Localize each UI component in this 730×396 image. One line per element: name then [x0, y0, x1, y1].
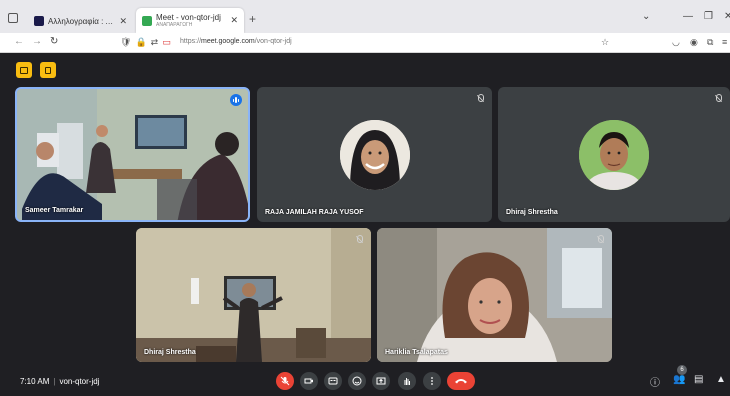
present-button[interactable] — [372, 372, 390, 390]
emoji-icon — [352, 376, 362, 386]
participant-name: Hariklia Tsalapatas — [385, 349, 448, 356]
close-tab-icon[interactable]: ✕ — [119, 16, 127, 27]
more-options-button[interactable] — [423, 372, 441, 390]
participant-tile[interactable]: RAJA JAMILAH RAJA YUSOF — [257, 87, 492, 222]
url-security-icons: 🛡 🔒 ⇄ ▭ — [120, 37, 171, 48]
participant-video — [377, 228, 612, 362]
minimize-icon[interactable]: — — [683, 11, 693, 22]
mic-off-icon — [280, 376, 290, 386]
avatar-photo — [579, 120, 649, 190]
camera-toggle-button[interactable] — [300, 372, 318, 390]
tab-subtitle: ΑΝΑΠΑΡΑΓΩΓΗ — [156, 22, 193, 28]
presenter-video — [136, 228, 371, 362]
tab-title: Αλληλογραφία : Αποστέλμενα — [48, 16, 116, 26]
participant-tile[interactable]: Dhiraj Shrestha — [498, 87, 730, 222]
participant-tile-active-speaker[interactable]: Sameer Tamrakar — [15, 87, 250, 222]
reload-icon[interactable]: ↻ — [50, 36, 58, 47]
camera-icon[interactable]: ▭ — [162, 37, 171, 48]
tab-mail[interactable]: Αλληλογραφία : Αποστέλμενα ✕ — [28, 10, 133, 32]
avatar — [579, 120, 649, 190]
meet-favicon-icon — [142, 15, 152, 26]
forward-icon[interactable]: → — [32, 36, 42, 47]
meeting-code: von-qtor-jdj — [59, 377, 100, 386]
captions-button[interactable] — [324, 372, 342, 390]
avatar — [340, 120, 410, 190]
browser-tab-bar: Αλληλογραφία : Αποστέλμενα ✕ Meet - von-… — [0, 0, 730, 33]
recording-button[interactable] — [40, 62, 56, 78]
camera-icon — [304, 378, 313, 384]
close-window-icon[interactable]: ✕ — [724, 11, 730, 22]
hang-up-icon — [455, 379, 467, 384]
mic-off-icon — [715, 94, 722, 103]
shield-icon[interactable]: 🛡 — [120, 37, 131, 48]
leave-call-button[interactable] — [447, 372, 475, 390]
pocket-icon[interactable]: ◡ — [672, 37, 680, 48]
speaking-indicator-icon — [230, 94, 242, 106]
tab-title: Meet - von-qtor-jdj ΑΝΑΠΑΡΑΓΩΓΗ — [156, 13, 227, 28]
screen: Αλληλογραφία : Αποστέλμενα ✕ Meet - von-… — [0, 0, 730, 396]
url-prefix: https:// — [180, 38, 202, 45]
participant-name: Dhiraj Shrestha — [506, 209, 558, 216]
emoji-button[interactable] — [348, 372, 366, 390]
activities-button[interactable] — [16, 62, 32, 78]
url-host: meet.google.com — [201, 38, 255, 45]
activities-icon[interactable]: ▲ — [716, 374, 726, 385]
new-tab-icon[interactable]: + — [249, 12, 256, 26]
participant-tile[interactable]: Dhiraj Shrestha — [136, 228, 371, 362]
back-icon[interactable]: ← — [14, 36, 24, 47]
mail-favicon-icon — [34, 16, 44, 26]
separator: | — [53, 377, 56, 386]
tab-meet[interactable]: Meet - von-qtor-jdj ΑΝΑΠΑΡΑΓΩΓΗ ✕ — [136, 8, 244, 33]
extensions-icon[interactable]: ⧉ — [707, 37, 713, 48]
present-screen-icon — [376, 377, 386, 385]
restore-icon[interactable]: ❐ — [704, 11, 713, 22]
more-vert-icon — [431, 377, 433, 385]
mic-off-icon — [356, 235, 363, 244]
mic-off-icon — [477, 94, 484, 103]
info-icon[interactable]: ⓘ — [650, 374, 660, 389]
lock-icon[interactable]: 🔒 — [135, 37, 146, 48]
participant-name: Dhiraj Shrestha — [144, 349, 196, 356]
meeting-time: 7:10 AM — [20, 377, 50, 386]
account-icon[interactable]: ◉ — [690, 37, 698, 48]
url-path: /von-qtor-jdj — [254, 38, 292, 45]
captions-icon — [328, 377, 338, 385]
participant-name: Sameer Tamrakar — [25, 207, 84, 214]
menu-icon[interactable]: ≡ — [722, 37, 727, 47]
mic-toggle-button[interactable] — [276, 372, 294, 390]
participant-tile[interactable]: Hariklia Tsalapatas — [377, 228, 612, 362]
classroom-video — [17, 89, 248, 220]
address-bar: ← → ↻ 🛡 🔒 ⇄ ▭ https://meet.google.com/vo… — [0, 33, 730, 53]
hand-icon — [404, 378, 410, 385]
tab-title-text: Meet - von-qtor-jdj — [156, 13, 221, 22]
avatar-photo — [340, 120, 410, 190]
tab-list-icon[interactable] — [8, 13, 18, 23]
raise-hand-button[interactable] — [398, 372, 416, 390]
meeting-info: 7:10 AM | von-qtor-jdj — [20, 377, 99, 386]
mic-off-icon — [597, 235, 604, 244]
participant-name: RAJA JAMILAH RAJA YUSOF — [265, 209, 364, 216]
url-field[interactable]: https://meet.google.com/von-qtor-jdj — [180, 38, 292, 45]
chevron-down-icon[interactable]: ⌄ — [642, 11, 650, 22]
permissions-icon[interactable]: ⇄ — [151, 37, 159, 48]
chat-icon[interactable]: ▤ — [694, 374, 703, 385]
people-icon[interactable]: 👥 — [673, 374, 685, 385]
close-tab-icon[interactable]: ✕ — [230, 15, 238, 26]
bookmark-star-icon[interactable]: ☆ — [601, 37, 609, 48]
